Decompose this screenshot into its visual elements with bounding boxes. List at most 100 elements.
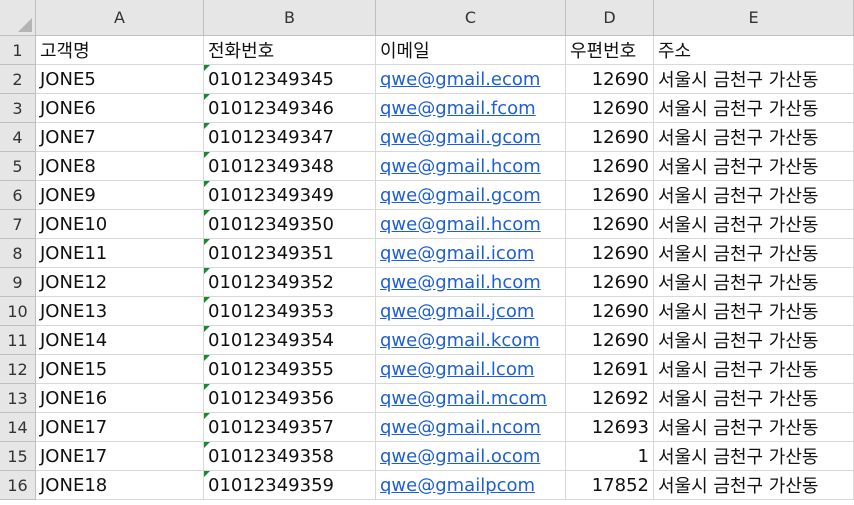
- row-header[interactable]: 11: [0, 326, 36, 355]
- cell-zip[interactable]: 12693: [566, 413, 654, 442]
- header-cell-phone[interactable]: 전화번호: [204, 36, 376, 65]
- cell-email[interactable]: qwe@gmail.kcom: [376, 326, 566, 355]
- cell-zip[interactable]: 12690: [566, 65, 654, 94]
- cell-phone[interactable]: 01012349354: [204, 326, 376, 355]
- email-link[interactable]: qwe@gmail.ncom: [380, 417, 541, 438]
- email-link[interactable]: qwe@gmail.hcom: [380, 214, 541, 235]
- row-header[interactable]: 5: [0, 152, 36, 181]
- column-header-d[interactable]: D: [566, 0, 654, 36]
- header-cell-address[interactable]: 주소: [654, 36, 854, 65]
- cell-email[interactable]: qwe@gmail.mcom: [376, 384, 566, 413]
- row-header[interactable]: 10: [0, 297, 36, 326]
- cell-phone[interactable]: 01012349348: [204, 152, 376, 181]
- cell-email[interactable]: qwe@gmail.ocom: [376, 442, 566, 471]
- cell-phone[interactable]: 01012349357: [204, 413, 376, 442]
- row-header[interactable]: 7: [0, 210, 36, 239]
- row-header[interactable]: 6: [0, 181, 36, 210]
- email-link[interactable]: qwe@gmail.gcom: [380, 185, 541, 206]
- email-link[interactable]: qwe@gmail.fcom: [380, 98, 536, 119]
- cell-email[interactable]: qwe@gmail.lcom: [376, 355, 566, 384]
- cell-email[interactable]: qwe@gmail.hcom: [376, 268, 566, 297]
- cell-zip[interactable]: 17852: [566, 471, 654, 500]
- header-cell-name[interactable]: 고객명: [36, 36, 204, 65]
- cell-address[interactable]: 서울시 금천구 가산동: [654, 471, 854, 500]
- email-link[interactable]: qwe@gmail.hcom: [380, 156, 541, 177]
- row-header[interactable]: 15: [0, 442, 36, 471]
- cell-zip[interactable]: 12692: [566, 384, 654, 413]
- cell-zip[interactable]: 12690: [566, 297, 654, 326]
- cell-address[interactable]: 서울시 금천구 가산동: [654, 239, 854, 268]
- number-as-text-flag-icon[interactable]: [204, 123, 210, 129]
- cell-address[interactable]: 서울시 금천구 가산동: [654, 123, 854, 152]
- number-as-text-flag-icon[interactable]: [204, 297, 210, 303]
- email-link[interactable]: qwe@gmailpcom: [380, 475, 535, 496]
- cell-phone[interactable]: 01012349347: [204, 123, 376, 152]
- cell-address[interactable]: 서울시 금천구 가산동: [654, 210, 854, 239]
- row-header[interactable]: 3: [0, 94, 36, 123]
- cell-address[interactable]: 서울시 금천구 가산동: [654, 65, 854, 94]
- row-header[interactable]: 8: [0, 239, 36, 268]
- cell-address[interactable]: 서울시 금천구 가산동: [654, 94, 854, 123]
- cell-zip[interactable]: 12690: [566, 326, 654, 355]
- cell-name[interactable]: JONE10: [36, 210, 204, 239]
- number-as-text-flag-icon[interactable]: [204, 384, 210, 390]
- cell-email[interactable]: qwe@gmail.jcom: [376, 297, 566, 326]
- cell-phone[interactable]: 01012349359: [204, 471, 376, 500]
- cell-name[interactable]: JONE8: [36, 152, 204, 181]
- email-link[interactable]: qwe@gmail.hcom: [380, 272, 541, 293]
- cell-phone[interactable]: 01012349353: [204, 297, 376, 326]
- cell-address[interactable]: 서울시 금천구 가산동: [654, 355, 854, 384]
- cell-zip[interactable]: 12690: [566, 152, 654, 181]
- row-header[interactable]: 1: [0, 36, 36, 65]
- column-header-b[interactable]: B: [204, 0, 376, 36]
- number-as-text-flag-icon[interactable]: [204, 152, 210, 158]
- number-as-text-flag-icon[interactable]: [204, 326, 210, 332]
- email-link[interactable]: qwe@gmail.ocom: [380, 446, 540, 467]
- cell-address[interactable]: 서울시 금천구 가산동: [654, 326, 854, 355]
- number-as-text-flag-icon[interactable]: [204, 268, 210, 274]
- cell-email[interactable]: qwe@gmailpcom: [376, 471, 566, 500]
- cell-phone[interactable]: 01012349350: [204, 210, 376, 239]
- cell-address[interactable]: 서울시 금천구 가산동: [654, 268, 854, 297]
- email-link[interactable]: qwe@gmail.jcom: [380, 301, 534, 322]
- cell-name[interactable]: JONE6: [36, 94, 204, 123]
- cell-phone[interactable]: 01012349358: [204, 442, 376, 471]
- cell-phone[interactable]: 01012349351: [204, 239, 376, 268]
- cell-phone[interactable]: 01012349345: [204, 65, 376, 94]
- row-header[interactable]: 4: [0, 123, 36, 152]
- cell-email[interactable]: qwe@gmail.hcom: [376, 152, 566, 181]
- cell-name[interactable]: JONE14: [36, 326, 204, 355]
- cell-name[interactable]: JONE11: [36, 239, 204, 268]
- cell-zip[interactable]: 12690: [566, 181, 654, 210]
- row-header[interactable]: 2: [0, 65, 36, 94]
- cell-email[interactable]: qwe@gmail.icom: [376, 239, 566, 268]
- cell-name[interactable]: JONE17: [36, 413, 204, 442]
- email-link[interactable]: qwe@gmail.lcom: [380, 359, 534, 380]
- cell-name[interactable]: JONE12: [36, 268, 204, 297]
- header-cell-zip[interactable]: 우편번호: [566, 36, 654, 65]
- cell-address[interactable]: 서울시 금천구 가산동: [654, 384, 854, 413]
- cell-name[interactable]: JONE7: [36, 123, 204, 152]
- cell-email[interactable]: qwe@gmail.fcom: [376, 94, 566, 123]
- cell-address[interactable]: 서울시 금천구 가산동: [654, 413, 854, 442]
- select-all-corner[interactable]: [0, 0, 36, 36]
- number-as-text-flag-icon[interactable]: [204, 94, 210, 100]
- cell-phone[interactable]: 01012349346: [204, 94, 376, 123]
- cell-email[interactable]: qwe@gmail.hcom: [376, 210, 566, 239]
- cell-name[interactable]: JONE13: [36, 297, 204, 326]
- cell-zip[interactable]: 12690: [566, 94, 654, 123]
- row-header[interactable]: 16: [0, 471, 36, 500]
- row-header[interactable]: 13: [0, 384, 36, 413]
- column-header-c[interactable]: C: [376, 0, 566, 36]
- number-as-text-flag-icon[interactable]: [204, 210, 210, 216]
- column-header-e[interactable]: E: [654, 0, 854, 36]
- cell-email[interactable]: qwe@gmail.ecom: [376, 65, 566, 94]
- cell-address[interactable]: 서울시 금천구 가산동: [654, 152, 854, 181]
- cell-zip[interactable]: 1: [566, 442, 654, 471]
- row-header[interactable]: 9: [0, 268, 36, 297]
- number-as-text-flag-icon[interactable]: [204, 239, 210, 245]
- cell-email[interactable]: qwe@gmail.gcom: [376, 123, 566, 152]
- number-as-text-flag-icon[interactable]: [204, 471, 210, 477]
- email-link[interactable]: qwe@gmail.gcom: [380, 127, 541, 148]
- cell-name[interactable]: JONE16: [36, 384, 204, 413]
